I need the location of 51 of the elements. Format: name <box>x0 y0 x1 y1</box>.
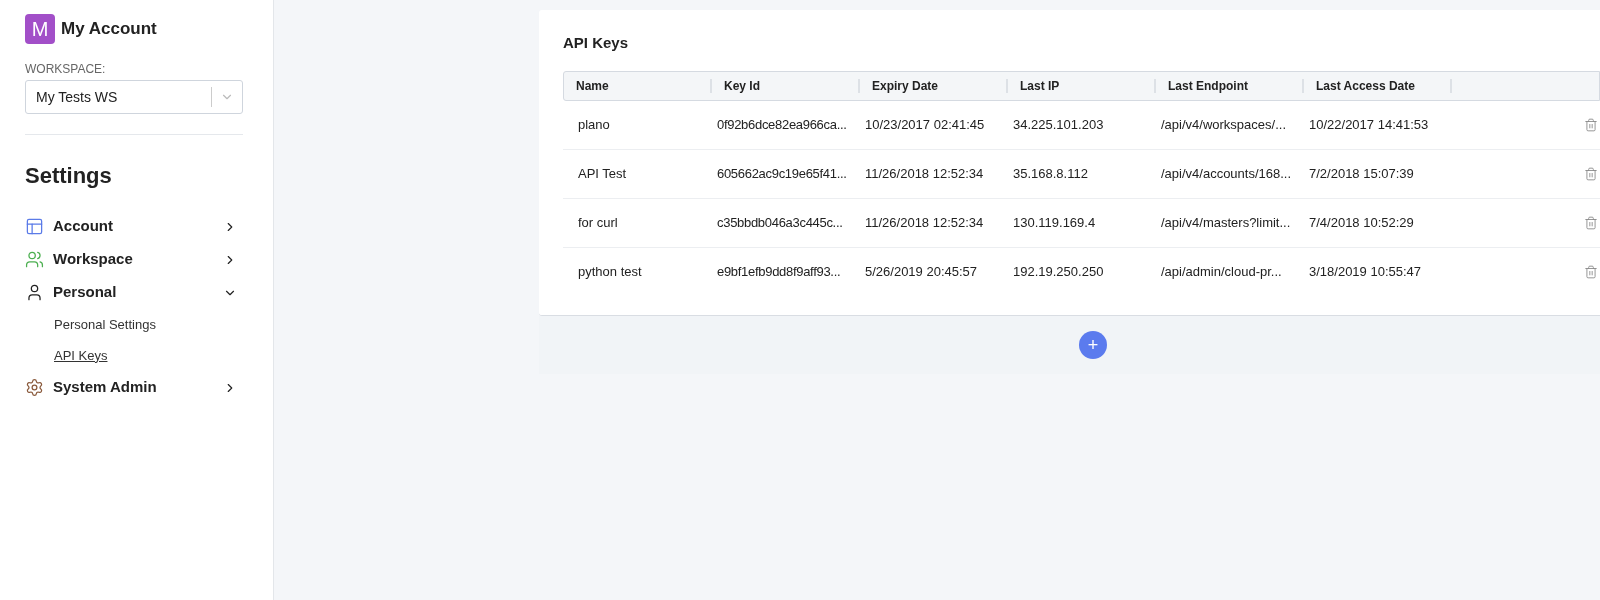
column-header: Last Endpoint <box>1168 77 1248 95</box>
table-cell-text: /api/v4/accounts/168... <box>1160 164 1293 183</box>
column-header: Key Id <box>724 77 760 95</box>
table-cell-text: c35bbdb046a3c445c... <box>716 213 844 232</box>
table-cell-text: 5/26/2019 20:45:57 <box>864 263 979 282</box>
account-logo: M <box>25 14 55 44</box>
column-header: Last IP <box>1020 77 1060 95</box>
table-cell-text: for curl <box>577 213 619 232</box>
users-icon <box>25 250 44 269</box>
card-title: API Keys <box>563 33 630 53</box>
nav-item[interactable]: Workspace <box>25 243 243 276</box>
table-cell-text: python test <box>577 263 643 282</box>
table-cell-text: 192.19.250.250 <box>1012 263 1105 282</box>
table-cell-text: 34.225.101.203 <box>1012 115 1105 134</box>
workspace-label: WORKSPACE: <box>25 61 107 78</box>
table-cell-text: /api/v4/workspaces/... <box>1160 115 1287 134</box>
table-cell-text: 0f92b6dce82ea966ca... <box>716 115 848 134</box>
nav-subitem[interactable]: Personal Settings <box>54 309 156 340</box>
table-cell-text: 10/22/2017 14:41:53 <box>1308 115 1430 134</box>
table-cell-text: 605662ac9c19e65f41... <box>716 164 848 183</box>
table-cell-text: plano <box>577 115 611 134</box>
nav-item[interactable]: Personal <box>25 276 243 309</box>
gear-icon <box>25 378 44 397</box>
settings-heading: Settings <box>25 162 113 190</box>
table-cell-text: 10/23/2017 02:41:45 <box>864 115 986 134</box>
table-cell-text: 7/4/2018 10:52:29 <box>1308 213 1415 232</box>
table-cell-text: 35.168.8.112 <box>1012 164 1089 183</box>
column-header: Last Access Date <box>1316 77 1415 95</box>
column-header: Expiry Date <box>872 77 939 95</box>
table-cell-text: e9bf1efb9dd8f9aff93... <box>716 263 842 282</box>
trash-icon[interactable] <box>1584 117 1598 132</box>
table-cell-text: 3/18/2019 10:55:47 <box>1308 263 1423 282</box>
layout-icon <box>25 217 44 236</box>
trash-icon[interactable] <box>1584 166 1598 181</box>
table-cell-text: 11/26/2018 12:52:34 <box>864 164 985 183</box>
table-cell-text: 130.119.169.4 <box>1012 213 1097 232</box>
table-cell-text: /api/v4/masters?limit... <box>1160 213 1292 232</box>
column-header: Name <box>576 77 609 95</box>
table-cell-text: 7/2/2018 15:07:39 <box>1308 164 1415 183</box>
table-cell-text: /api/admin/cloud-pr... <box>1160 263 1283 282</box>
nav-item[interactable]: Account <box>25 210 243 243</box>
nav-subitem[interactable]: API Keys <box>54 340 108 371</box>
nav-item[interactable]: System Admin <box>25 371 243 404</box>
trash-icon[interactable] <box>1584 215 1598 230</box>
add-button[interactable]: + <box>1079 330 1107 359</box>
trash-icon[interactable] <box>1584 265 1598 279</box>
table-cell-text: API Test <box>577 164 628 183</box>
table-cell-text: 11/26/2018 12:52:34 <box>864 213 985 232</box>
workspace-select[interactable]: My Tests WS <box>25 80 243 114</box>
user-icon <box>25 283 44 302</box>
account-title: My Account <box>61 18 157 41</box>
